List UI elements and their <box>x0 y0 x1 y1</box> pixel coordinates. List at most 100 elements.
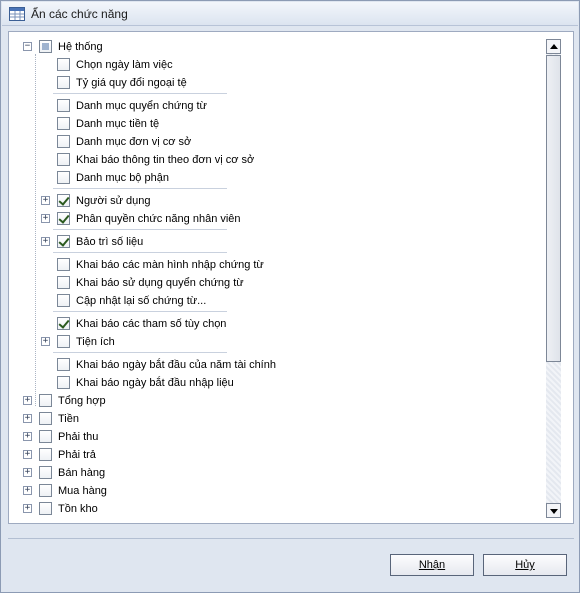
tree-node-danh-muc-tien-te[interactable]: Danh mục tiền tệ <box>9 116 409 132</box>
checkbox[interactable] <box>57 117 70 130</box>
tree-node-bao-tri-so-lieu[interactable]: + Bảo trì số liệu <box>9 234 409 250</box>
tree-node-ban-hang[interactable]: + Bán hàng <box>9 465 309 481</box>
checkbox[interactable] <box>57 294 70 307</box>
arrow-up-icon <box>550 44 558 49</box>
scroll-down-button[interactable] <box>546 503 561 518</box>
tree-node-label: Khai báo các tham số tùy chọn <box>76 318 227 330</box>
tree-node-danh-muc-don-vi-co-so[interactable]: Danh mục đơn vị cơ sở <box>9 134 409 150</box>
tree-node-khai-bao-man-hinh[interactable]: Khai báo các màn hình nhập chứng từ <box>9 257 409 273</box>
checkbox[interactable] <box>57 317 70 330</box>
tree-node-khai-bao-thong-tin-don-vi[interactable]: Khai báo thông tin theo đơn vị cơ sở <box>9 152 409 168</box>
tree-node-label: Danh mục quyển chứng từ <box>76 100 207 112</box>
footer-divider <box>8 538 574 539</box>
checkbox[interactable] <box>39 430 52 443</box>
checkbox[interactable] <box>57 276 70 289</box>
tree-node-label: Tồn kho <box>58 503 98 515</box>
tree-node-label: Cập nhật lại số chứng từ... <box>76 295 207 307</box>
arrow-down-icon <box>550 509 558 514</box>
expand-icon[interactable]: + <box>23 396 32 405</box>
collapse-icon[interactable]: − <box>23 42 32 51</box>
tree-node-label: Phải trả <box>58 449 96 461</box>
tree-node-label: Người sử dụng <box>76 195 151 207</box>
tree-node-label: Mua hàng <box>58 485 107 497</box>
separator <box>53 252 227 253</box>
ok-button-label: Nhận <box>418 559 446 571</box>
tree-node-ngay-bat-dau-nhap-lieu[interactable]: Khai báo ngày bắt đầu nhập liệu <box>9 375 409 391</box>
expand-icon[interactable]: + <box>23 468 32 477</box>
expand-icon[interactable]: + <box>23 432 32 441</box>
ok-button[interactable]: Nhận <box>390 554 474 576</box>
tree-node-danh-muc-bo-phan[interactable]: Danh mục bộ phận <box>9 170 409 186</box>
checkbox[interactable] <box>57 258 70 271</box>
expand-icon[interactable]: + <box>23 504 32 513</box>
checkbox[interactable] <box>39 466 52 479</box>
tree-node-label: Khai báo thông tin theo đơn vị cơ sở <box>76 154 255 166</box>
tree-node-tong-hop[interactable]: + Tổng hợp <box>9 393 309 409</box>
checkbox[interactable] <box>39 412 52 425</box>
tree-node-khai-bao-tham-so[interactable]: Khai báo các tham số tùy chọn <box>9 316 409 332</box>
expand-icon[interactable]: + <box>41 214 50 223</box>
tree-node-phan-quyen[interactable]: + Phân quyền chức năng nhân viên <box>9 211 409 227</box>
tree-node-danh-muc-quyen-chung-tu[interactable]: Danh mục quyển chứng từ <box>9 98 409 114</box>
tree-node-ty-gia[interactable]: Tỷ giá quy đổi ngoại tệ <box>9 75 409 91</box>
tree-node-label: Chọn ngày làm việc <box>76 59 173 71</box>
window-title: Ẩn các chức năng <box>31 7 128 21</box>
tree-node-nguoi-su-dung[interactable]: + Người sử dụng <box>9 193 409 209</box>
tree-node-chon-ngay-lam-viec[interactable]: Chọn ngày làm việc <box>9 57 409 73</box>
checkbox[interactable] <box>57 194 70 207</box>
checkbox[interactable] <box>57 335 70 348</box>
expand-icon[interactable]: + <box>41 337 50 346</box>
checkbox[interactable] <box>57 358 70 371</box>
checkbox[interactable] <box>39 394 52 407</box>
checkbox[interactable] <box>39 448 52 461</box>
checkbox[interactable] <box>39 502 52 515</box>
checkbox[interactable] <box>57 376 70 389</box>
tree-node-label: Khai báo sử dụng quyển chứng từ <box>76 277 244 289</box>
scroll-up-button[interactable] <box>546 39 561 54</box>
tree-node-label: Tiện ích <box>76 336 115 348</box>
tree-node-mua-hang[interactable]: + Mua hàng <box>9 483 309 499</box>
expand-icon[interactable]: + <box>23 486 32 495</box>
checkbox-he-thong[interactable] <box>39 40 52 53</box>
cancel-button[interactable]: Hủy <box>483 554 567 576</box>
tree-node-he-thong[interactable]: − Hệ thống <box>9 39 309 55</box>
tree-node-cap-nhat-so-chung-tu[interactable]: Cập nhật lại số chứng từ... <box>9 293 409 309</box>
checkbox[interactable] <box>57 58 70 71</box>
vertical-scrollbar[interactable] <box>546 39 561 518</box>
tree-node-tien[interactable]: + Tiền <box>9 411 309 427</box>
checkbox[interactable] <box>57 135 70 148</box>
expand-icon[interactable]: + <box>23 450 32 459</box>
tree-node-tien-ich[interactable]: + Tiện ích <box>9 334 409 350</box>
expand-icon[interactable]: + <box>41 237 50 246</box>
expand-icon[interactable]: + <box>23 414 32 423</box>
checkbox[interactable] <box>57 212 70 225</box>
checkbox[interactable] <box>57 171 70 184</box>
tree-node-label: Khai báo các màn hình nhập chứng từ <box>76 259 264 271</box>
checkbox[interactable] <box>57 76 70 89</box>
tree-node-label: Tiền <box>58 413 79 425</box>
tree-node-phai-tra[interactable]: + Phải trả <box>9 447 309 463</box>
checkbox[interactable] <box>39 484 52 497</box>
checkbox[interactable] <box>57 153 70 166</box>
separator <box>53 352 227 353</box>
cancel-button-label: Hủy <box>515 559 535 571</box>
tree-node-phai-thu[interactable]: + Phải thu <box>9 429 309 445</box>
expand-icon[interactable]: + <box>41 196 50 205</box>
feature-tree-panel: − Hệ thống Chọn ngày làm việc Tỷ giá quy… <box>8 31 574 524</box>
tree-node-label: Danh mục bộ phận <box>76 172 169 184</box>
tree-node-label: Tỷ giá quy đổi ngoại tệ <box>76 77 187 89</box>
checkbox[interactable] <box>57 235 70 248</box>
tree-node-label: Danh mục đơn vị cơ sở <box>76 136 192 148</box>
tree-node-label: Khai báo ngày bắt đầu nhập liệu <box>76 377 234 389</box>
title-bar: Ẩn các chức năng <box>2 2 578 26</box>
scrollbar-thumb[interactable] <box>546 55 561 362</box>
tree-node-ton-kho[interactable]: + Tồn kho <box>9 501 309 517</box>
dialog-window: Ẩn các chức năng − Hệ thống Chọn ngày là… <box>0 0 580 593</box>
checkbox[interactable] <box>57 99 70 112</box>
tree-node-ngay-bat-dau-nam-tai-chinh[interactable]: Khai báo ngày bắt đầu của năm tài chính <box>9 357 409 373</box>
tree-node-khai-bao-su-dung-quyen[interactable]: Khai báo sử dụng quyển chứng từ <box>9 275 409 291</box>
tree-node-label: Bán hàng <box>58 467 106 479</box>
tree-node-label: Khai báo ngày bắt đầu của năm tài chính <box>76 359 276 371</box>
tree-node-label: Tổng hợp <box>58 395 106 407</box>
tree-node-label: Danh mục tiền tệ <box>76 118 160 130</box>
